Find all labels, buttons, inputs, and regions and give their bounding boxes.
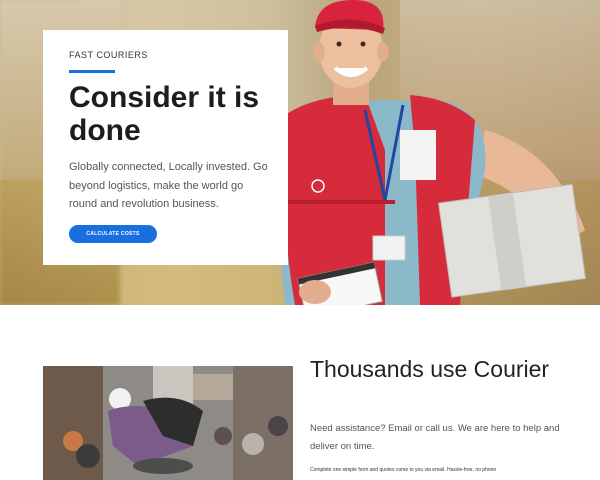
hero-intro-text: Globally connected, Locally invested. Go… xyxy=(69,161,268,210)
hero-section: FAST COURIERS Consider it is done Global… xyxy=(0,0,600,305)
section-small-text: Complete one simple form and quotes come… xyxy=(310,467,497,473)
hero-card: FAST COURIERS Consider it is done Global… xyxy=(43,30,288,265)
courier-man-image xyxy=(270,0,587,305)
section-text: Need assistance? Email or call us. We ar… xyxy=(310,423,560,452)
kicker-underline xyxy=(69,70,115,73)
hero-kicker: FAST COURIERS xyxy=(69,50,148,60)
section-title: Thousands use Courier xyxy=(310,356,550,382)
cyclist-courier-image xyxy=(43,366,293,480)
calculate-costs-button[interactable]: CALCULATE COSTS xyxy=(69,225,157,243)
hero-headline: Consider it is done xyxy=(69,81,260,147)
